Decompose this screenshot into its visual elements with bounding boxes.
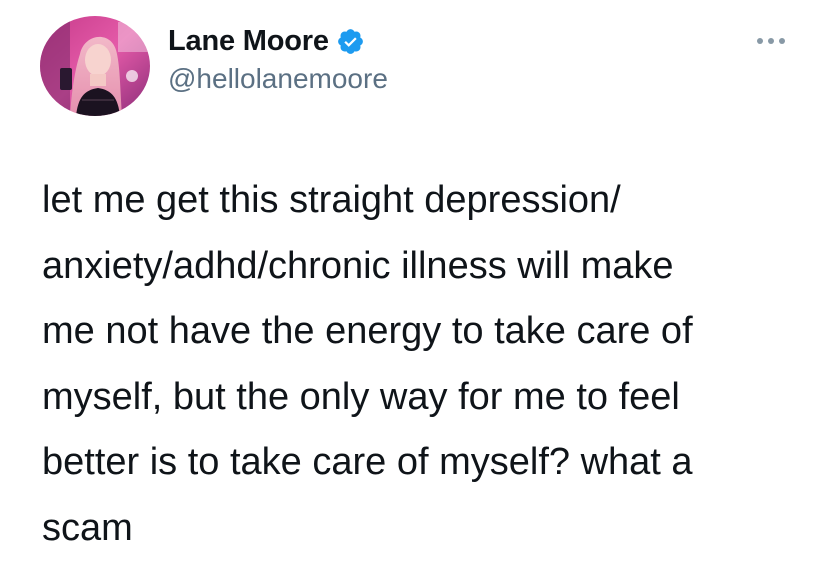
author-name-row: Lane Moore	[168, 24, 365, 58]
avatar-photo	[40, 16, 150, 116]
author-display-name[interactable]: Lane Moore	[168, 25, 329, 58]
author-handle[interactable]: @hellolanemoore	[168, 63, 388, 95]
more-options-button[interactable]	[755, 30, 787, 52]
more-options-icon	[757, 38, 785, 44]
tweet-text: let me get this straight depression/ anx…	[42, 179, 693, 549]
author-avatar[interactable]	[40, 16, 150, 116]
verified-badge-icon	[336, 27, 365, 56]
tweet-card: Lane Moore @hellolanemoore let me get th…	[0, 0, 828, 576]
